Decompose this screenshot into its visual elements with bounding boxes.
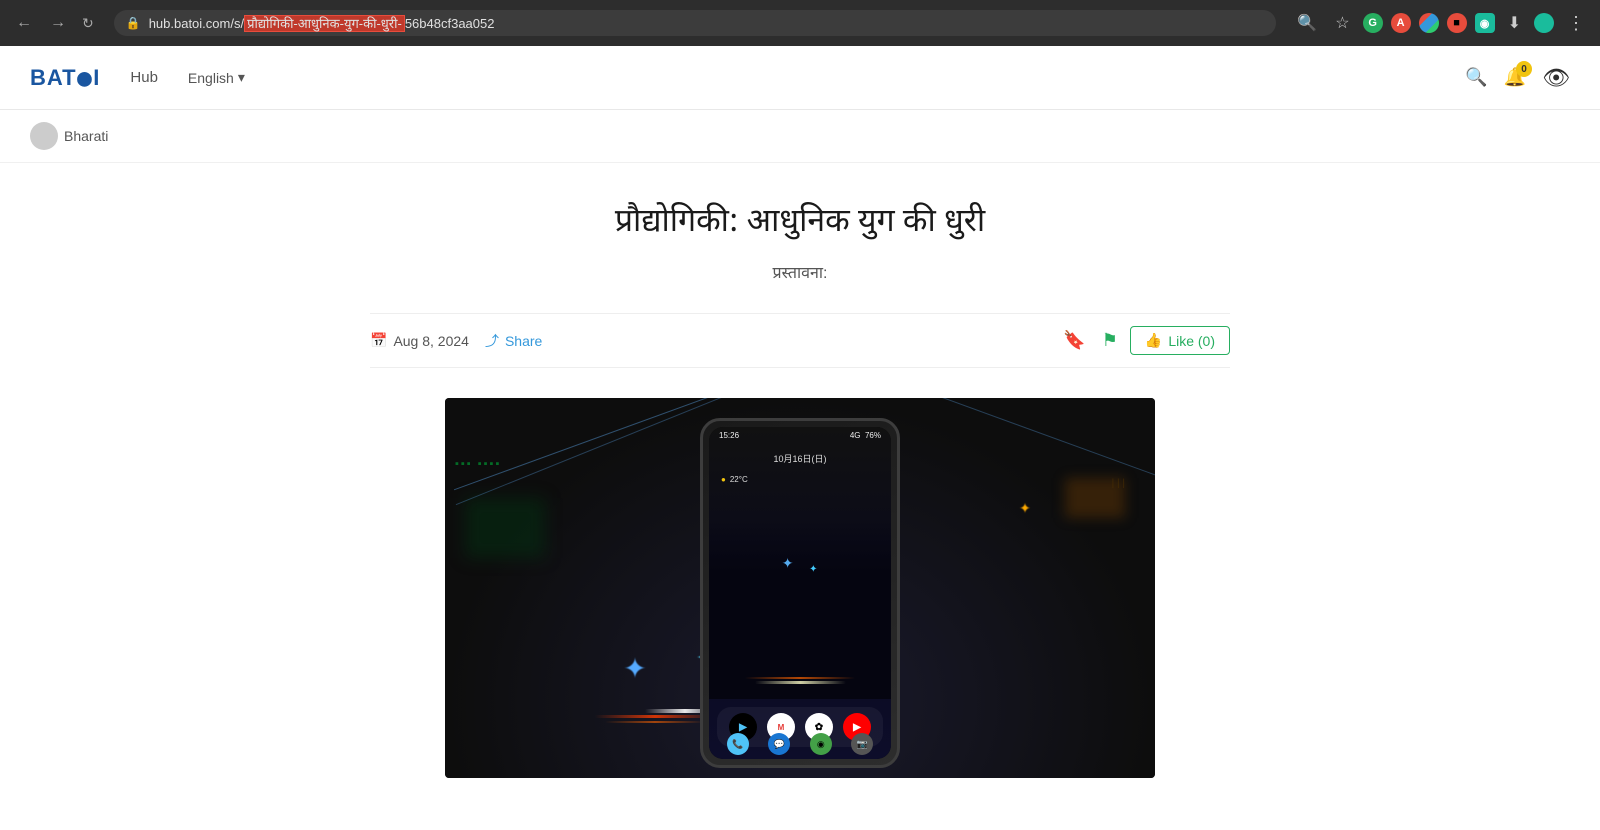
left-city-light: ▪▪▪ ▪▪▪▪ [455,458,501,470]
app-icon-messages: 💬 [768,733,790,755]
phone-star-2: ✦ [809,564,817,575]
acrobat-icon[interactable]: A [1391,13,1411,33]
nav-language-label: English [188,70,234,86]
phone-temp: 22°C [730,475,748,484]
extension-icon-2[interactable]: ◉ [1475,13,1495,33]
share-button[interactable]: ⤴ Share [485,331,542,351]
highway-light-orange [605,721,705,723]
nav-right: 🔍 🔔 0 👁 [1465,65,1570,91]
star-burst-1: ✦ [625,658,645,678]
post-meta-left: 📅 Aug 8, 2024 ⤴ Share [370,331,542,351]
breadcrumb-avatar [30,122,58,150]
phone-road-light [745,677,854,679]
calendar-icon: 📅 [370,332,387,349]
logo-text: BAT⬤I [30,65,100,91]
downloads-button[interactable]: ⬇ [1503,10,1526,36]
phone-star-1: ✦ [782,555,794,572]
phone-signal-battery: 4G 76% [850,431,881,440]
phone-date-text: 10月16日(日) [721,452,879,465]
site-nav: BAT⬤I Hub English ▾ 🔍 🔔 0 👁 [0,46,1600,110]
app-icon-camera: 📷 [851,733,873,755]
like-label: Like (0) [1168,333,1215,349]
notification-badge: 0 [1516,61,1532,77]
main-content: प्रौद्योगिकी: आधुनिक युग की धुरी प्रस्ता… [350,163,1250,823]
phone-screen: 15:26 4G 76% 10月16日(日) ● 22°C [709,427,891,759]
url-highlighted: प्रौद्योगिकी-आधुनिक-युग-की-धुरी- [244,15,405,32]
url-text: hub.batoi.com/s/प्रौद्योगिकी-आधुनिक-युग-… [149,14,1265,32]
post-meta: 📅 Aug 8, 2024 ⤴ Share 🔖 ⚑ 👍 Like (0) [370,313,1230,368]
bookmark-button[interactable]: 🔖 [1059,326,1089,355]
bookmark-star-button[interactable]: ☆ [1330,10,1354,36]
post-title: प्रौद्योगिकी: आधुनिक युग की धुरी [370,203,1230,245]
zoom-button[interactable]: 🔍 [1292,10,1322,36]
star-burst-4: ✦ [1015,498,1035,518]
post-date-text: Aug 8, 2024 [393,333,469,349]
app-icon-phone: 📞 [727,733,749,755]
url-suffix: 56b48cf3aa052 [405,16,495,31]
like-button[interactable]: 👍 Like (0) [1130,326,1230,355]
breadcrumb: Bharati [0,110,1600,163]
post-image-container: ✦ ✦ ✦ ✦ 15:26 4G 76% [370,398,1230,783]
google-multi-icon[interactable] [1419,13,1439,33]
phone-status-bar: 15:26 4G 76% [709,427,891,444]
notification-bell-wrapper[interactable]: 🔔 0 [1504,67,1526,88]
highway-light-red [595,715,715,718]
forward-button[interactable]: → [44,10,72,36]
nav-language-selector[interactable]: English ▾ [188,69,245,86]
phone-frame: 15:26 4G 76% 10月16日(日) ● 22°C [700,418,900,768]
browser-chrome: ← → ↻ 🔒 hub.batoi.com/s/प्रौद्योगिकी-आधु… [0,0,1600,46]
nav-hub-link[interactable]: Hub [130,65,158,90]
like-icon: 👍 [1145,332,1162,349]
url-prefix: hub.batoi.com/s/ [149,16,244,31]
weather-dot: ● [721,475,726,484]
phone-city-scene: ✦ ✦ [709,519,891,699]
post-hero-image: ✦ ✦ ✦ ✦ 15:26 4G 76% [445,398,1155,778]
post-meta-right: 🔖 ⚑ 👍 Like (0) [1059,326,1230,355]
breadcrumb-username: Bharati [64,128,108,144]
user-avatar-icon[interactable] [1534,13,1554,33]
phone-bottom-icons: 📞 💬 ◉ 📷 [709,729,891,759]
refresh-button[interactable]: ↻ [78,11,98,36]
browser-nav-buttons: ← → ↻ [10,10,98,36]
search-icon[interactable]: 🔍 [1465,67,1487,88]
post-subtitle: प्रस्तावना: [370,261,1230,283]
phone-screen-content: 15:26 4G 76% 10月16日(日) ● 22°C [709,427,891,759]
post-date: 📅 Aug 8, 2024 [370,332,469,349]
phone-weather: ● 22°C [709,473,891,486]
grammarly-icon[interactable]: G [1363,13,1383,33]
menu-button[interactable]: ⋮ [1562,10,1590,37]
right-city-light: | | | [1112,478,1125,489]
share-icon: ⤴ [485,331,499,351]
lock-icon: 🔒 [126,16,141,30]
city-light-left [465,498,545,558]
url-bar[interactable]: 🔒 hub.batoi.com/s/प्रौद्योगिकी-आधुनिक-यु… [114,10,1277,36]
back-button[interactable]: ← [10,10,38,36]
extension-icon-1[interactable]: ■ [1447,13,1467,33]
logo: BAT⬤I [30,65,100,91]
app-icon-chrome: ◉ [810,733,832,755]
phone-road-light-2 [755,681,846,684]
share-label: Share [505,333,542,349]
browser-toolbar-right: 🔍 ☆ G A ■ ◉ ⬇ ⋮ [1292,10,1590,37]
nav-language-chevron: ▾ [238,69,245,86]
flag-button[interactable]: ⚑ [1098,326,1122,355]
phone-time: 15:26 [719,431,739,440]
phone-date-widget: 10月16日(日) [709,444,891,473]
eye-icon[interactable]: 👁 [1542,65,1570,91]
